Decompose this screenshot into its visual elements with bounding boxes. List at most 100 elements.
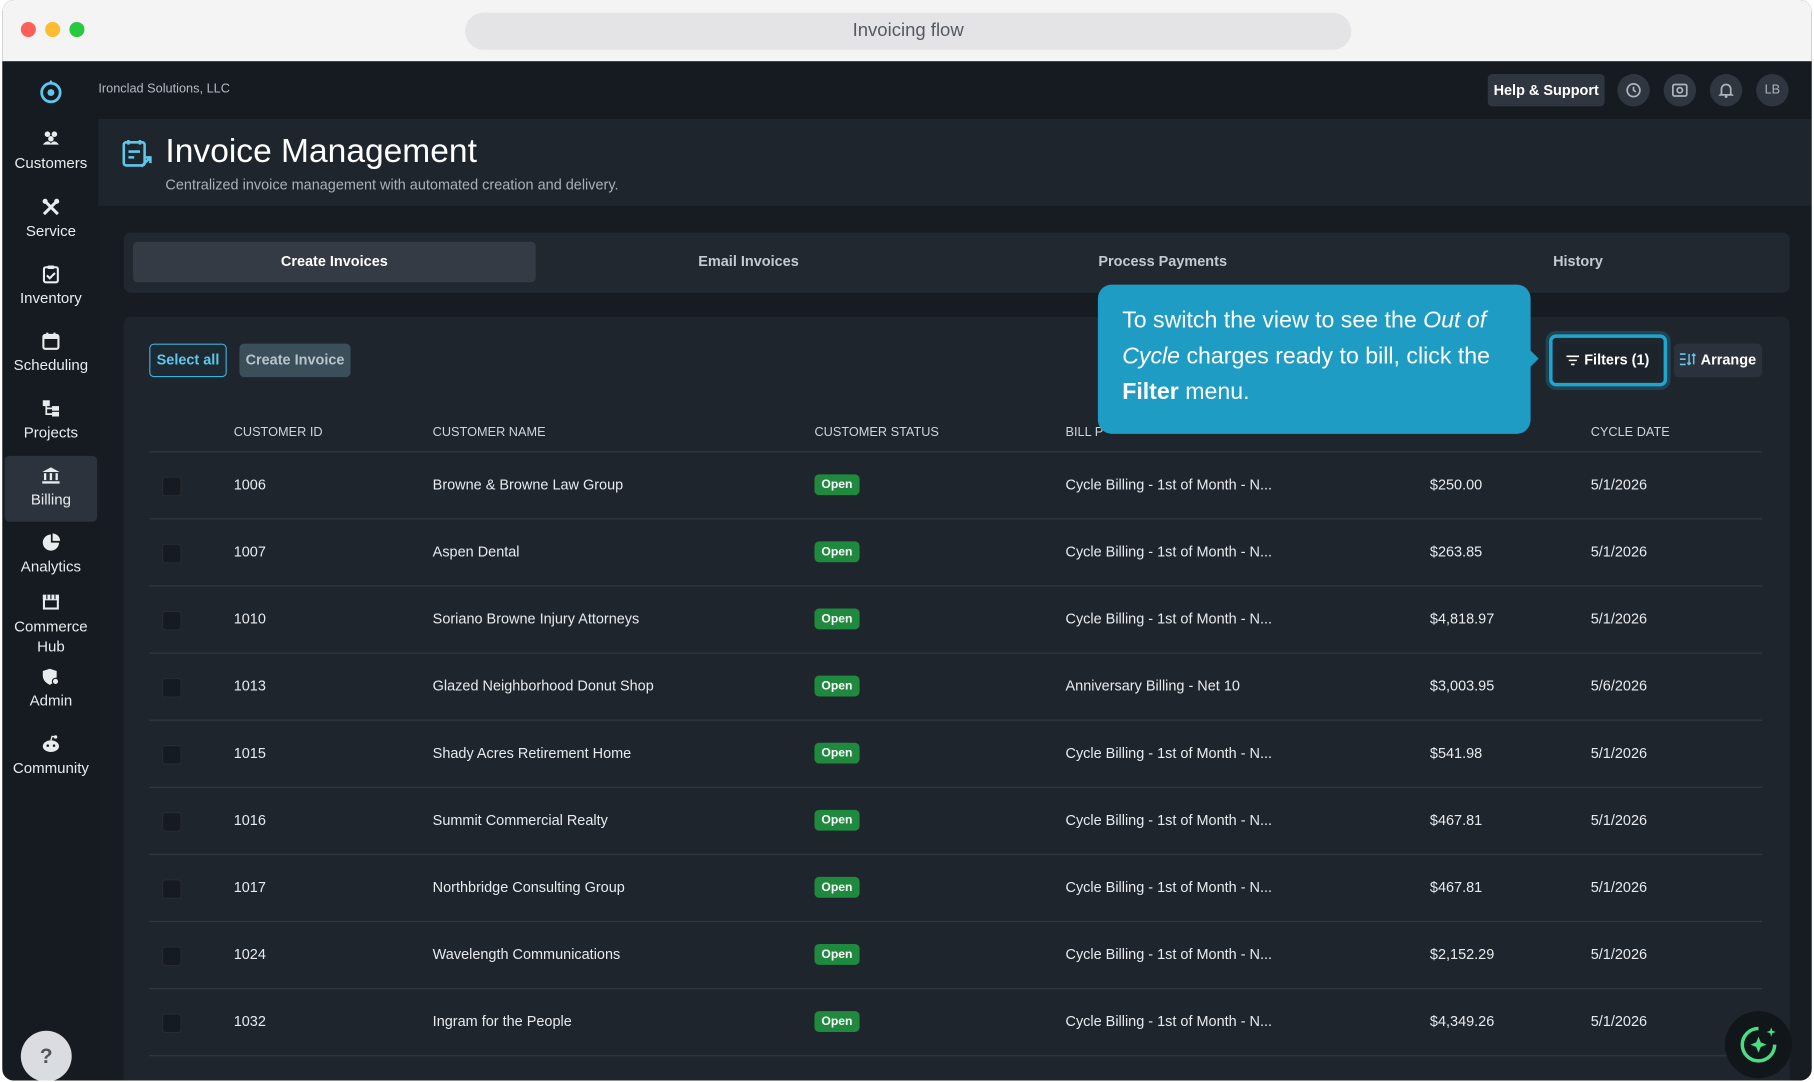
column-header-customer-name[interactable]: CUSTOMER NAME [433,426,546,440]
cell-amount: $3,003.95 [1429,677,1495,695]
customers-icon [42,131,60,145]
cell-amount: $467.81 [1429,879,1483,896]
user-avatar[interactable]: LB [1756,74,1789,107]
status-badge: Open [814,809,860,831]
row-checkbox[interactable] [161,677,182,698]
row-checkbox[interactable] [161,476,182,497]
cell-customer-name[interactable]: Aspen Dental [433,544,520,560]
close-window-button[interactable] [20,21,36,38]
cell-customer-name[interactable]: Northbridge Consulting Group [433,879,625,895]
table-row[interactable]: 1013 Glazed Neighborhood Donut Shop Open An… [149,654,1762,721]
tab-history[interactable]: History [1377,242,1780,282]
cell-customer-name[interactable]: Summit Commercial Realty [433,812,608,828]
cell-cycle-date: 5/1/2026 [1590,476,1648,493]
cell-bill-plan: Cycle Billing - 1st of Month - N... [1065,543,1273,560]
status-badge: Open [814,876,860,898]
table-row[interactable]: 1007 Aspen Dental Open Cycle Billing - 1st … [149,519,1762,587]
table-row[interactable]: 1006 Browne & Browne Law Group Open Cycle B… [149,452,1762,520]
cell-customer-name[interactable]: Browne & Browne Law Group [433,477,624,493]
cell-customer-id: 1015 [233,745,266,762]
cell-amount: $4,349.26 [1429,1013,1495,1030]
assistant-button[interactable] [1724,1011,1793,1079]
cell-amount: $250.00 [1429,476,1483,493]
table-row[interactable]: 1015 Shady Acres Retirement Home Open Cycle… [149,721,1762,788]
column-header-customer-id[interactable]: CUSTOMER ID [234,426,323,440]
row-checkbox[interactable] [161,812,182,832]
column-header-bill-plan[interactable]: BILL P [1066,426,1104,440]
table-row[interactable]: 1024 Wavelength Communications Open Cycle B… [149,922,1762,990]
row-checkbox[interactable] [161,879,182,899]
address-bar[interactable]: Invoicing flow [465,12,1352,50]
tooltip-text: To switch the view to see the [1122,307,1424,334]
admin-gear-icon [42,668,60,686]
cell-bill-plan: Cycle Billing - 1st of Month - N... [1065,946,1273,963]
cell-bill-plan: Cycle Billing - 1st of Month - N... [1065,745,1273,762]
tab-email-invoices[interactable]: Email Invoices [547,242,950,282]
tab-create-invoices[interactable]: Create Invoices [133,241,536,283]
cell-customer-name[interactable]: Glazed Neighborhood Donut Shop [433,678,654,694]
status-badge: Open [814,675,860,697]
sidebar-item-billing[interactable]: Billing [4,455,98,522]
status-badge: Open [814,474,860,496]
row-checkbox[interactable] [161,745,182,765]
row-checkbox[interactable] [161,610,182,631]
bell-icon [1718,83,1734,98]
row-checkbox[interactable] [161,1013,182,1034]
cell-customer-id: 1006 [233,476,266,493]
sidebar-item-scheduling[interactable]: Scheduling [5,331,98,374]
help-button[interactable]: ? [20,1030,72,1081]
table-row[interactable]: 1010 Soriano Browne Injury Attorneys Open C… [149,587,1762,654]
help-support-button[interactable]: Help & Support [1487,74,1605,107]
cell-bill-plan: Cycle Billing - 1st of Month - N... [1065,812,1273,829]
cell-cycle-date: 5/1/2026 [1590,812,1648,829]
table-row[interactable]: 1016 Summit Commercial Realty Open Cycle Bi… [149,788,1762,855]
cell-customer-id: 1017 [233,879,266,896]
page-header: Invoice Management Centralized invoice m… [98,119,1812,206]
filters-button[interactable]: Filters (1) [1558,343,1658,378]
cell-amount: $541.98 [1429,745,1483,762]
tab-process-payments[interactable]: Process Payments [961,242,1364,282]
table-row[interactable]: 1032 Ingram for the People Open Cycle Billi… [149,989,1762,1057]
maximize-window-button[interactable] [69,21,85,38]
cell-cycle-date: 5/1/2026 [1590,543,1648,560]
screenshot-button[interactable] [1663,74,1697,107]
sidebar-item-customers[interactable]: Customers [5,128,98,171]
app-logo-icon[interactable] [37,78,65,106]
cell-customer-name[interactable]: Shady Acres Retirement Home [433,745,632,761]
cell-bill-plan: Cycle Billing - 1st of Month - N... [1065,610,1273,628]
sidebar-item-service[interactable]: Service [5,197,98,239]
calendar-icon [42,332,60,350]
cell-amount: $2,152.29 [1429,946,1495,963]
sidebar-item-label: Community [12,758,89,777]
cell-customer-name[interactable]: Soriano Browne Injury Attorneys [433,611,640,627]
status-badge: Open [814,742,860,764]
notifications-button[interactable] [1709,74,1743,107]
row-checkbox[interactable] [161,543,182,564]
cell-cycle-date: 5/1/2026 [1590,946,1648,963]
history-button[interactable] [1617,74,1650,107]
cell-cycle-date: 5/1/2026 [1590,745,1648,762]
sidebar-item-projects[interactable]: Projects [5,398,98,441]
table-row[interactable]: 1017 Northbridge Consulting Group Open Cycl… [149,855,1762,923]
column-header-cycle-date[interactable]: CYCLE DATE [1591,426,1670,440]
column-header-customer-status[interactable]: CUSTOMER STATUS [814,426,938,440]
page-subtitle: Centralized invoice management with auto… [165,177,619,194]
create-invoice-button[interactable]: Create Invoice [239,343,351,378]
arrange-button[interactable]: Arrange [1674,343,1762,378]
community-icon [42,735,60,752]
sidebar-item-commerce-hub[interactable]: Commerce Hub [5,591,98,656]
main-content: Create Invoices Email Invoices Process P… [98,205,1812,1081]
sidebar-item-label: Billing [30,490,71,508]
status-badge: Open [814,541,860,563]
sidebar-item-admin[interactable]: Admin [5,666,98,709]
invoice-panel: Select all Create Invoice Filters (1) Ar… [123,316,1790,1081]
sidebar-item-label: Customers [14,153,88,172]
sidebar-item-analytics[interactable]: Analytics [5,532,98,575]
cell-customer-name[interactable]: Ingram for the People [433,1013,572,1029]
select-all-button[interactable]: Select all [149,343,227,378]
cell-customer-name[interactable]: Wavelength Communications [433,946,621,962]
sidebar-item-inventory[interactable]: Inventory [5,264,98,307]
minimize-window-button[interactable] [45,21,61,38]
row-checkbox[interactable] [161,946,182,967]
sidebar-item-community[interactable]: Community [5,733,98,776]
